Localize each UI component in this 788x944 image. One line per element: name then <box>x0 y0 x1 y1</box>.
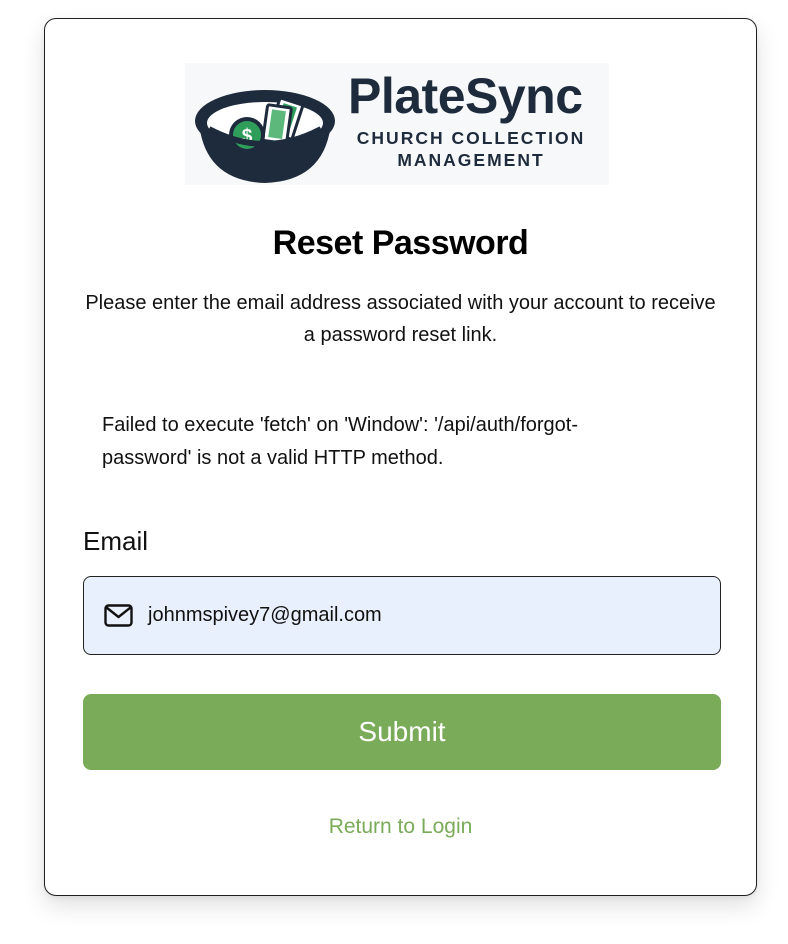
brand-tagline: CHURCH COLLECTION MANAGEMENT <box>356 128 586 170</box>
error-message: Failed to execute 'fetch' on 'Window': '… <box>102 414 579 469</box>
email-value[interactable]: johnmspivey7@gmail.com <box>148 599 382 631</box>
page-title: Reset Password <box>272 224 529 262</box>
return-to-login-link[interactable]: Return to Login <box>45 812 756 842</box>
offering-plate-icon: $ <box>195 90 335 183</box>
email-label: Email <box>83 526 149 556</box>
submit-button[interactable]: Submit <box>83 694 721 770</box>
email-field[interactable]: johnmspivey7@gmail.com <box>83 576 721 655</box>
platesync-logo: $ PlateSync CHURCH COLLECTION MANAGEMENT <box>185 63 609 185</box>
mail-icon <box>104 604 133 627</box>
brand-name: PlateSync <box>348 68 583 124</box>
reset-password-card: $ PlateSync CHURCH COLLECTION MANAGEMENT… <box>44 18 757 896</box>
instructions-text: Please enter the email address associate… <box>85 292 716 346</box>
